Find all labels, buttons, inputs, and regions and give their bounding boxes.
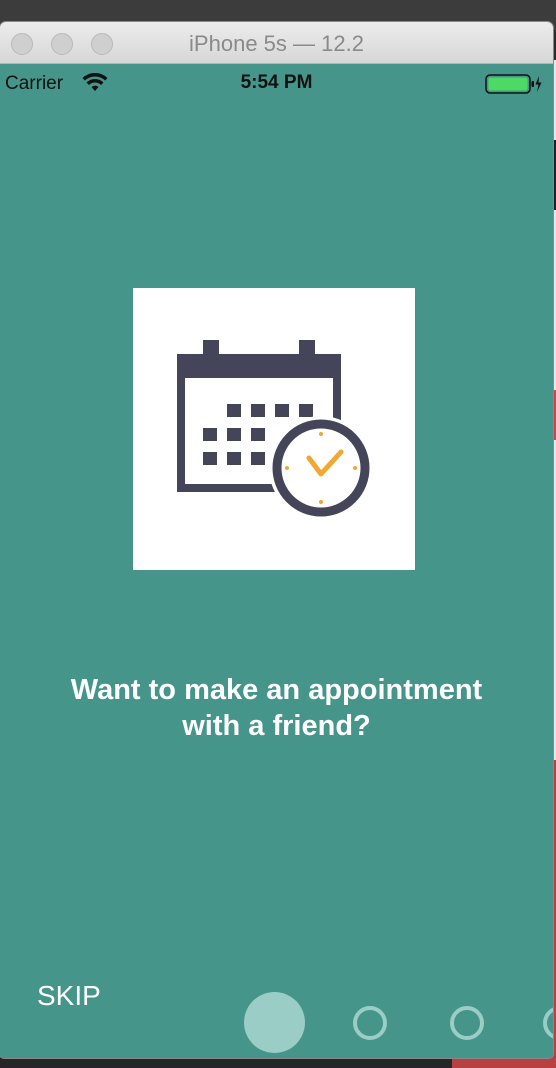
onboarding-headline: Want to make an appointment with a frien… <box>20 672 533 744</box>
skip-button[interactable]: SKIP <box>37 980 101 1012</box>
onboarding-illustration <box>133 288 415 570</box>
window-title: iPhone 5s — 12.2 <box>189 31 364 56</box>
headline-line-2: with a friend? <box>182 710 371 742</box>
device-screen: Carrier 5:54 PM Want to make an appointm… <box>0 64 553 1058</box>
headline-line-1: Want to make an appointment <box>70 674 483 706</box>
page-indicator-dot[interactable] <box>543 1006 553 1040</box>
battery-icon <box>485 74 542 94</box>
page-indicator-dot[interactable] <box>353 1006 387 1040</box>
status-bar: Carrier 5:54 PM <box>0 64 553 104</box>
status-time: 5:54 PM <box>240 72 313 93</box>
calendar-clock-icon <box>177 340 373 520</box>
simulator-window: iPhone 5s — 12.2 Carrier 5:54 PM Want to… <box>0 22 553 1058</box>
page-indicator-dot-active[interactable] <box>244 992 305 1053</box>
page-indicator-dot[interactable] <box>450 1006 484 1040</box>
window-titlebar[interactable]: iPhone 5s — 12.2 <box>0 22 553 64</box>
